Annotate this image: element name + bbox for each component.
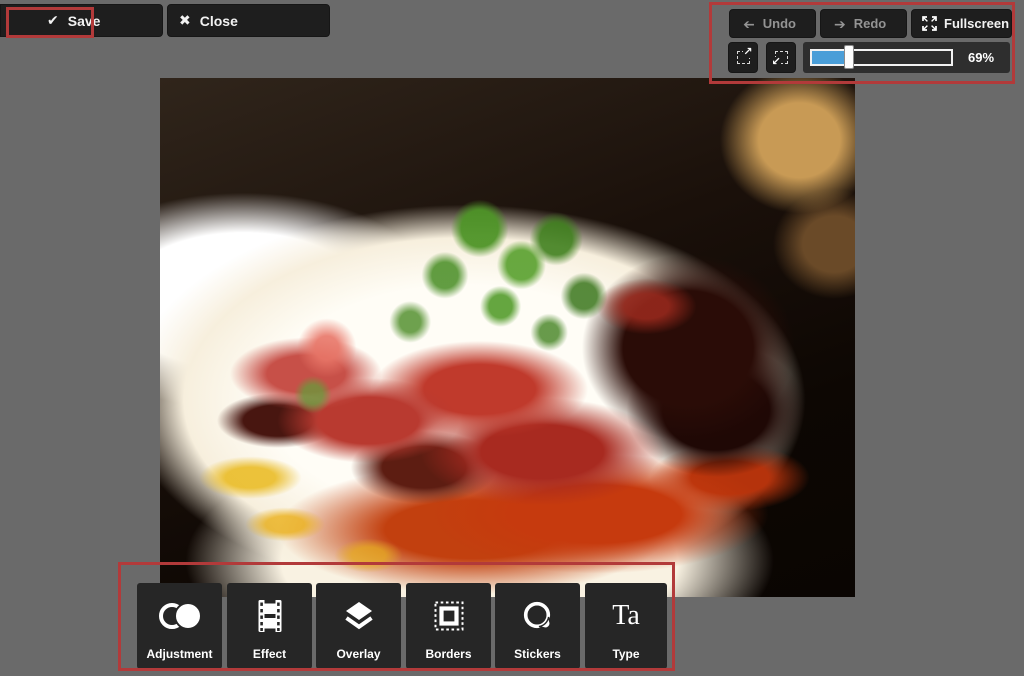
toolbar-label: Stickers xyxy=(514,647,561,661)
toolbar-button-adjustment[interactable]: Adjustment xyxy=(137,583,222,669)
zoom-in-button[interactable]: ↗ xyxy=(728,42,758,73)
toolbar-button-borders[interactable]: Borders xyxy=(406,583,491,669)
adjustment-circles-icon xyxy=(159,596,201,636)
undo-arrow-icon: ➔ xyxy=(743,17,755,31)
toolbar-button-type[interactable]: Ta Type xyxy=(585,583,667,669)
save-button[interactable]: ✔ Save xyxy=(0,4,163,37)
x-icon: ✖ xyxy=(179,12,191,29)
fullscreen-expand-icon xyxy=(922,16,937,31)
zoom-out-icon: ↙ xyxy=(775,51,788,64)
check-icon: ✔ xyxy=(47,12,59,29)
stamp-frame-icon xyxy=(433,596,465,636)
toolbar-button-overlay[interactable]: Overlay xyxy=(316,583,401,669)
fullscreen-button[interactable]: Fullscreen xyxy=(911,9,1012,38)
text-icon: Ta xyxy=(612,596,640,636)
editor-window: ✔ Save ✖ Close ➔ Undo ➔ Redo Fullscreen … xyxy=(0,0,1024,676)
toolbar-label: Adjustment xyxy=(147,647,213,661)
toolbar-label: Effect xyxy=(253,647,286,661)
zoom-out-button[interactable]: ↙ xyxy=(766,42,796,73)
fullscreen-button-label: Fullscreen xyxy=(944,16,1009,31)
close-button-label: Close xyxy=(200,13,238,29)
redo-button[interactable]: ➔ Redo xyxy=(820,9,907,38)
layers-icon xyxy=(343,596,375,636)
toolbar-button-effect[interactable]: Effect xyxy=(227,583,312,669)
zoom-slider-panel: 69% xyxy=(803,42,1010,73)
close-button[interactable]: ✖ Close xyxy=(167,4,330,37)
redo-button-label: Redo xyxy=(854,16,887,31)
canvas-image xyxy=(160,78,855,597)
toolbar-label: Type xyxy=(612,647,639,661)
undo-button-label: Undo xyxy=(763,16,796,31)
zoom-in-icon: ↗ xyxy=(737,51,750,64)
undo-button[interactable]: ➔ Undo xyxy=(729,9,816,38)
zoom-level-label: 69% xyxy=(958,42,1004,73)
toolbar-label: Borders xyxy=(425,647,471,661)
film-strip-icon xyxy=(258,596,282,636)
redo-arrow-icon: ➔ xyxy=(834,17,846,31)
save-button-label: Save xyxy=(68,13,101,29)
toolbar-label: Overlay xyxy=(336,647,380,661)
toolbar-button-stickers[interactable]: Stickers xyxy=(495,583,580,669)
zoom-slider-handle[interactable] xyxy=(844,45,854,69)
zoom-slider-track[interactable] xyxy=(810,49,953,66)
sticker-peel-icon xyxy=(522,596,554,636)
